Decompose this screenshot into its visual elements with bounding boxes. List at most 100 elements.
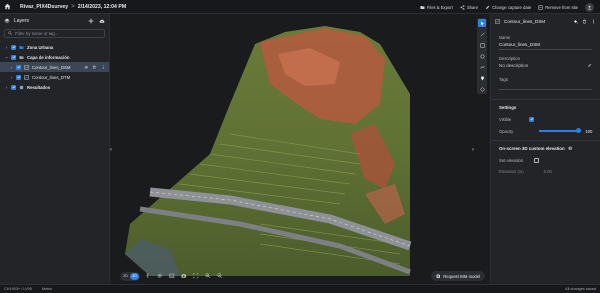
home-icon xyxy=(4,3,10,10)
set-elevation-row: Set elevation xyxy=(491,157,600,163)
camera-icon xyxy=(181,274,187,278)
zoom-extent-button[interactable] xyxy=(192,272,200,280)
area-tool[interactable] xyxy=(478,41,486,49)
view-mode-toggle[interactable]: 2D 3D xyxy=(120,271,140,281)
properties-title: Contour_lines_DSM xyxy=(504,18,546,24)
layer-row-zona-urbana[interactable]: › Zona Urbana xyxy=(0,42,109,52)
elevation-label: Elevation (m) xyxy=(499,169,524,174)
more-options-icon[interactable] xyxy=(101,65,106,70)
navigation-button[interactable] xyxy=(144,272,152,280)
delete-icon[interactable] xyxy=(582,19,587,24)
polyline-tool[interactable] xyxy=(478,63,486,71)
contour-layer-icon xyxy=(495,18,500,24)
expand-chevron-icon[interactable]: › xyxy=(9,65,14,70)
settings-title: Settings xyxy=(499,105,517,110)
diamond-tool[interactable] xyxy=(478,85,486,93)
visibility-eye-icon[interactable] xyxy=(83,65,89,70)
description-field[interactable]: No description xyxy=(491,63,600,68)
layers-header: Layers xyxy=(0,14,109,28)
crs-indicator[interactable]: CH1903+ / LV95 xyxy=(4,287,32,291)
line-measure-icon xyxy=(480,32,484,36)
opacity-slider-handle[interactable] xyxy=(576,128,582,134)
collapse-chevron-icon[interactable]: ⌄ xyxy=(4,54,9,60)
layer-filter-field[interactable] xyxy=(4,29,105,38)
layer-visibility-checkbox[interactable] xyxy=(11,54,16,60)
breadcrumb-date[interactable]: 2/14/2023, 12:04 PM xyxy=(78,4,126,10)
layer-row-capa-de-informacion[interactable]: ⌄ Capa de información xyxy=(0,52,109,62)
files-export-label: Files & Export xyxy=(426,4,453,10)
elevation-input[interactable]: 0.00 xyxy=(544,169,552,174)
layer-tree: › Zona Urbana ⌄ Capa de información › Co… xyxy=(0,42,109,92)
save-status: All changes saved xyxy=(565,287,596,291)
line-tool[interactable] xyxy=(478,30,486,38)
volume-tool[interactable] xyxy=(478,52,486,60)
properties-header: Contour_lines_DSM xyxy=(491,14,600,28)
layer-label: Resultados xyxy=(27,84,51,90)
marker-tool[interactable] xyxy=(478,74,486,82)
breadcrumb-project[interactable]: Rivaz_PIX4Dsurvey xyxy=(20,4,68,10)
info-icon[interactable] xyxy=(568,146,573,151)
expand-chevron-icon[interactable]: › xyxy=(4,45,9,50)
section-divider xyxy=(491,140,600,141)
expand-left-panel-chevron-icon[interactable]: ‹ xyxy=(110,147,112,153)
mode-3d-button[interactable]: 3D xyxy=(130,272,139,280)
visible-checkbox[interactable] xyxy=(529,116,534,122)
top-bar: Rivaz_PIX4Dsurvey > 2/14/2023, 12:04 PM … xyxy=(0,0,600,14)
3d-viewport[interactable]: ‹ › 2D 3D Request BIM model xyxy=(110,14,490,284)
set-elevation-checkbox[interactable] xyxy=(534,157,540,163)
expand-right-panel-chevron-icon[interactable]: › xyxy=(472,147,474,153)
paint-bucket-icon[interactable] xyxy=(573,19,578,24)
change-capture-date-button[interactable]: Change capture date xyxy=(485,5,531,10)
opacity-value[interactable]: 100 xyxy=(585,129,592,134)
expand-chevron-icon[interactable]: › xyxy=(4,85,9,90)
viewport-toolbar xyxy=(477,18,487,94)
remove-from-site-button[interactable]: Remove from site xyxy=(538,5,578,10)
layer-visibility-checkbox[interactable] xyxy=(11,44,16,50)
on-screen-elevation-label: On-screen 3D custom elevation xyxy=(499,146,565,151)
layers-title: Layers xyxy=(14,18,30,24)
viewport-bottom-toolbar: 2D 3D xyxy=(120,271,224,281)
cloud-upload-icon[interactable] xyxy=(99,18,105,24)
layer-filter-input[interactable] xyxy=(15,31,101,36)
settings-button[interactable] xyxy=(156,272,164,280)
name-field[interactable]: Contour_lines_DSM xyxy=(491,42,600,47)
image-icon xyxy=(169,274,175,278)
folder-open-icon xyxy=(19,55,24,60)
tags-field[interactable] xyxy=(499,89,592,90)
request-bim-label: Request BIM model xyxy=(443,273,480,279)
name-label: Name xyxy=(499,35,511,40)
share-button[interactable]: Share xyxy=(460,5,478,10)
zoom-in-button[interactable] xyxy=(204,272,212,280)
point-cloud-scene[interactable] xyxy=(110,14,490,284)
user-avatar[interactable] xyxy=(585,2,594,12)
files-export-button[interactable]: Files & Export xyxy=(420,5,453,10)
add-layer-icon[interactable] xyxy=(88,18,94,24)
expand-chevron-icon[interactable]: › xyxy=(9,75,14,80)
status-bar: CH1903+ / LV95 Metric All changes saved xyxy=(0,284,600,293)
pencil-icon xyxy=(486,5,490,9)
layer-visibility-checkbox[interactable] xyxy=(16,74,21,80)
layer-visibility-checkbox[interactable] xyxy=(16,64,21,70)
delete-icon[interactable] xyxy=(92,65,97,70)
pin-icon xyxy=(480,75,484,80)
circle-icon xyxy=(480,54,484,58)
mode-2d-button[interactable]: 2D xyxy=(121,273,130,280)
edit-pencil-icon[interactable] xyxy=(587,63,592,68)
units-indicator[interactable]: Metric xyxy=(42,287,52,291)
layer-row-contour-lines-dsm[interactable]: › Contour_lines_DSM xyxy=(0,62,109,72)
select-tool[interactable] xyxy=(478,19,486,27)
layer-row-contour-lines-dtm[interactable]: › Contour_lines_DTM xyxy=(0,72,109,82)
folder-icon xyxy=(19,45,24,50)
change-capture-date-label: Change capture date xyxy=(492,4,532,10)
home-button[interactable] xyxy=(0,0,14,14)
image-button[interactable] xyxy=(168,272,176,280)
diamond-icon xyxy=(479,86,485,92)
zoom-out-button[interactable] xyxy=(216,272,224,280)
request-bim-button[interactable]: Request BIM model xyxy=(430,271,485,281)
screenshot-button[interactable] xyxy=(180,272,188,280)
building-icon xyxy=(436,274,440,278)
opacity-slider[interactable] xyxy=(539,128,582,134)
more-options-icon[interactable] xyxy=(591,19,596,24)
layer-visibility-checkbox[interactable] xyxy=(11,84,16,90)
layer-row-resultados[interactable]: › Resultados xyxy=(0,82,109,92)
